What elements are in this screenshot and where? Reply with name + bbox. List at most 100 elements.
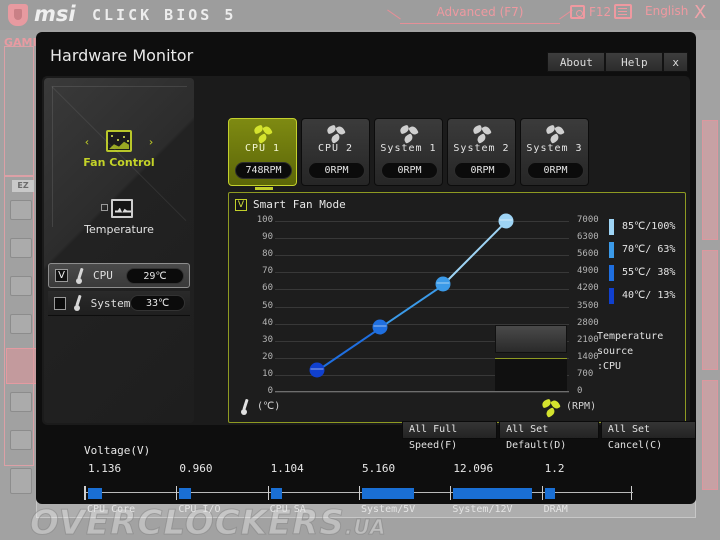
- bg-boot-icon[interactable]: [10, 392, 32, 412]
- screenshot-camera-icon[interactable]: [570, 5, 585, 19]
- fan-tab-cpu-2[interactable]: CPU 2 0RPM: [301, 118, 370, 186]
- all-full-speed-button[interactable]: All Full Speed(F): [402, 421, 498, 451]
- fan-curve-point-4[interactable]: [498, 213, 514, 229]
- legend-label: 40℃/ 13%: [622, 290, 676, 301]
- thermometer-icon: [239, 399, 252, 415]
- fan-value-box-lower[interactable]: [495, 358, 567, 391]
- y-axis-tick-percent: 0: [267, 386, 273, 396]
- window-close-icon[interactable]: X: [694, 2, 706, 23]
- grid-line: [275, 221, 569, 222]
- bg-hardware-monitor-icon[interactable]: [6, 348, 38, 384]
- bios-topbar: msi CLICK BIOS 5 Advanced (F7) F12 Engli…: [0, 0, 720, 30]
- fan-tab-rpm: 0RPM: [381, 162, 438, 179]
- legend-label: 85℃/100%: [622, 221, 676, 232]
- voltage-bar: [88, 488, 103, 499]
- temperature-label: Temperature: [84, 222, 154, 236]
- voltage-bar-track: [84, 486, 633, 500]
- voltage-tick: [176, 486, 178, 500]
- smart-fan-mode-row[interactable]: V Smart Fan Mode: [235, 198, 346, 211]
- fan-curve-point-3[interactable]: [435, 276, 451, 292]
- fan-curve-icon: [106, 130, 132, 152]
- smart-fan-mode-checkbox[interactable]: V: [235, 198, 247, 211]
- bg-security-icon[interactable]: [10, 430, 32, 450]
- voltage-label: CPU SA: [269, 504, 306, 515]
- sensor-name-system: System: [90, 296, 131, 310]
- click-bios-text: CLICK BIOS 5: [92, 6, 237, 24]
- fan-control-section[interactable]: ‹ › Fan Control: [44, 130, 194, 169]
- fan-icon: [544, 124, 565, 144]
- grid-line: [275, 238, 569, 239]
- fan-tab-system-1[interactable]: System 1 0RPM: [374, 118, 443, 186]
- sensor-name-cpu: CPU: [93, 269, 113, 282]
- fan-tab-active-indicator: [255, 187, 273, 190]
- bg-right-strip-top: [702, 120, 718, 240]
- legend-color-swatch: [609, 287, 614, 304]
- help-button[interactable]: Help: [605, 52, 664, 72]
- fan-tabs: CPU 1 748RPM CPU 2 0RPM System 1 0RPM Sy…: [228, 118, 589, 190]
- temperature-unit-label: (℃): [257, 401, 281, 412]
- msi-shield-icon: [8, 4, 28, 26]
- curve-segment: [316, 327, 381, 372]
- sensor-checkbox-system[interactable]: [54, 296, 67, 310]
- sensor-row-cpu[interactable]: V CPU 29℃: [48, 263, 190, 288]
- fan-icon: [252, 124, 273, 144]
- bg-save-exit-icon[interactable]: [10, 468, 32, 494]
- advanced-mode-toggle[interactable]: Advanced (F7): [400, 3, 560, 25]
- voltage-tick: [267, 486, 269, 500]
- bg-favorites-icon[interactable]: [10, 314, 32, 334]
- y-axis-tick-percent: 90: [262, 232, 273, 242]
- grid-line: [275, 307, 569, 308]
- fan-tab-label: System 1: [380, 143, 437, 154]
- left-navigation-panel: ‹ › Fan Control Temperature V CPU 29℃ Sy…: [44, 78, 194, 423]
- bg-settings-icon[interactable]: [10, 200, 32, 220]
- temperature-source-title: Temperature source: [597, 331, 664, 357]
- fan-tab-cpu-1[interactable]: CPU 1 748RPM: [228, 118, 297, 190]
- sensor-checkbox-cpu[interactable]: V: [55, 269, 68, 282]
- bg-mflash-icon[interactable]: [10, 276, 32, 296]
- fan-curve-chart-panel: V Smart Fan Mode 100 7000 90 6300 80 5600 70 49…: [228, 192, 686, 423]
- bg-ez-mode-badge[interactable]: EZ: [12, 180, 34, 192]
- grid-line: [275, 272, 569, 273]
- fan-tab-rpm: 748RPM: [235, 162, 292, 179]
- fan-tab-rpm: 0RPM: [308, 162, 365, 179]
- voltage-value: 5.160: [362, 462, 396, 475]
- fan-curve-plot[interactable]: 100 7000 90 6300 80 5600 70 4900 60 4200 50 3500 40 2…: [257, 213, 599, 396]
- favorites-note-icon[interactable]: [614, 4, 632, 19]
- grid-line: [275, 392, 569, 393]
- bg-overclock-icon[interactable]: [10, 238, 32, 258]
- voltage-value: 1.2: [544, 462, 565, 475]
- bg-right-strip-bottom: [702, 380, 718, 490]
- page-title: Hardware Monitor: [50, 46, 194, 65]
- fan-tab-system-3[interactable]: System 3 0RPM: [520, 118, 589, 186]
- voltage-label: CPU Core: [87, 504, 136, 515]
- fan-curve-point-2[interactable]: [372, 319, 388, 335]
- y-axis-tick-percent: 50: [262, 301, 273, 311]
- thermometer-icon: [74, 268, 87, 284]
- fan-icon: [325, 124, 346, 144]
- fan-control-prev-arrow[interactable]: ‹: [84, 136, 91, 149]
- sensor-value-cpu: 29℃: [126, 267, 184, 284]
- voltage-title: Voltage(V): [84, 444, 151, 457]
- fan-curve-point-1[interactable]: [309, 362, 325, 378]
- fan-tab-system-2[interactable]: System 2 0RPM: [447, 118, 516, 186]
- voltage-bar: [179, 488, 191, 499]
- dialog-content: ‹ › Fan Control Temperature V CPU 29℃ Sy…: [42, 76, 690, 425]
- fan-control-next-arrow[interactable]: ›: [148, 136, 155, 149]
- voltage-bar: [270, 488, 283, 499]
- watermark-suffix: .UA: [344, 515, 387, 540]
- all-set-cancel-button[interactable]: All Set Cancel(C): [600, 421, 696, 451]
- voltage-label: CPU I/O: [178, 504, 221, 515]
- all-set-default-button[interactable]: All Set Default(D): [499, 421, 599, 451]
- fan-value-box-upper[interactable]: [495, 325, 567, 353]
- voltage-tick: [359, 486, 360, 500]
- y-axis-tick-percent: 60: [262, 283, 273, 293]
- legend-label: 55℃/ 38%: [622, 267, 676, 278]
- language-selector[interactable]: English: [645, 4, 688, 18]
- about-button[interactable]: About: [547, 52, 606, 72]
- temperature-source-value: :CPU: [597, 361, 622, 372]
- sensor-row-system[interactable]: System 33℃: [48, 291, 190, 316]
- msi-brand-text: msi: [34, 2, 76, 26]
- voltage-value: 1.104: [270, 462, 304, 475]
- close-button[interactable]: x: [663, 52, 688, 72]
- y-axis-tick-percent: 100: [256, 215, 273, 225]
